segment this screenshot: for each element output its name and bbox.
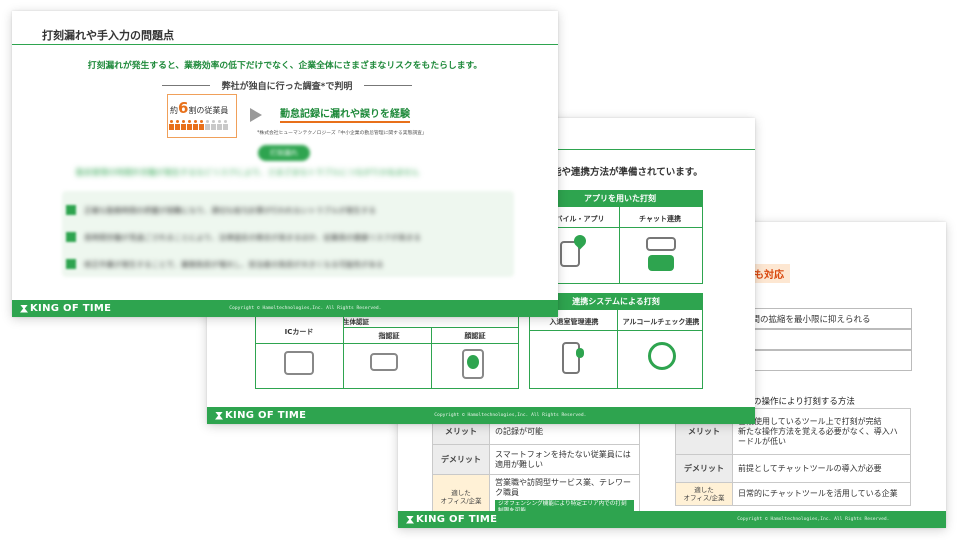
biometric-panel: 生体認証 ICカード 指認証 顔認証 — [255, 313, 519, 389]
alcohol-check-label: アルコールチェック連携 — [622, 318, 700, 326]
fingerprint-scanner-icon — [370, 353, 398, 371]
chat-link-label: チャット連携 — [639, 215, 681, 223]
table-row: 適した オフィス/企業 日常的にチャットツールを活用している企業 — [675, 481, 911, 507]
slide-subtitle: 能や連携方法が準備されています。 — [552, 167, 703, 178]
person-icon-highlighted — [193, 120, 198, 130]
blurred-list-item: 修正作業が発生することで、業務負担が増大し、担当者の負担が大きくなる可能性がある — [84, 260, 384, 269]
slide-footer: KING OF TIME Copyright © Hamoltechnologi… — [398, 511, 946, 528]
entry-management-label: 入退室管理連携 — [549, 318, 599, 326]
survey-header: 弊社が独自に行った調査*で判明 — [162, 79, 412, 92]
no-alcohol-icon — [648, 342, 676, 370]
chat-bubble-icon — [646, 237, 676, 251]
slide-footer: KING OF TIME Copyright © Hamoltechnologi… — [12, 300, 558, 317]
feature-row-empty — [736, 350, 912, 371]
blurred-pill: 打刻漏れ — [258, 145, 310, 161]
left-comparison-table: メリット の記録が可能 デメリット スマートフォンを持たない従業員には適用が難し… — [432, 418, 640, 520]
person-icon-highlighted — [169, 120, 174, 130]
statistic-text: 約6割の従業員 — [170, 99, 229, 117]
merit-text: 普段使用しているツール上で打刻が完結 新たな操作方法を覚える必要がなく、導入ハー… — [732, 408, 911, 455]
demerit-label: デメリット — [432, 444, 490, 475]
copyright-text: Copyright © Hamoltechnologies,Inc. All R… — [737, 517, 890, 522]
copyright-text: Copyright © Hamoltechnologies,Inc. All R… — [434, 413, 587, 418]
demerit-label: デメリット — [675, 454, 733, 483]
person-icon — [211, 120, 216, 130]
table-row: デメリット 前提としてチャットツールの導入が必要 — [675, 454, 911, 483]
demerit-text: 前提としてチャットツールの導入が必要 — [732, 454, 911, 483]
biometric-header: 生体認証 — [343, 318, 369, 326]
suitable-text: 営業職や訪問型サービス業、テレワーク職員 — [495, 478, 631, 497]
check-icon — [66, 259, 76, 269]
check-icon — [66, 205, 76, 215]
person-icon-highlighted — [199, 120, 204, 130]
brand-logo: KING OF TIME — [20, 303, 111, 314]
table-row: デメリット スマートフォンを持たない従業員には適用が難しい — [432, 444, 640, 475]
person-icon — [217, 120, 222, 130]
title-rule — [12, 44, 558, 45]
lead-text: 打刻漏れが発生すると、業務効率の低下だけでなく、企業全体にさまざまなリスクをもた… — [87, 61, 483, 71]
person-icon-highlighted — [175, 120, 180, 130]
right-arrow-icon — [250, 108, 262, 122]
ic-card-reader-icon — [284, 351, 314, 375]
face-icon — [467, 355, 479, 369]
feature-row-empty — [736, 329, 912, 350]
blurred-list-item: 正確な勤務時間の把握が困難になり、適切な給与計算が行われないトラブルが発生する — [84, 206, 376, 215]
footnote: *株式会社ヒューマンテクノロジーズ「中小企業の勤怠管理に関する実態調査」 — [257, 131, 427, 136]
blurred-lead: 勤怠管理の時間外労働が発生するなどリスクにより、さまざまなトラブルにつながりかね… — [76, 168, 420, 177]
people-pictogram — [169, 120, 228, 130]
suitable-label: 適した オフィス/企業 — [675, 481, 733, 507]
demerit-text: スマートフォンを持たない従業員には適用が難しい — [489, 444, 640, 475]
card-icon — [576, 348, 584, 358]
slide-title: 打刻漏れや手入力の問題点 — [42, 29, 174, 42]
blurred-list-item: 長時間労働が見過ごされることにより、法律違反の懸念が高まるほか、従業員の健康リス… — [84, 233, 421, 242]
check-icon — [66, 232, 76, 242]
app-panel-header: アプリを用いた打刻 — [538, 191, 702, 207]
door-reader-icon — [562, 342, 580, 374]
slide-footer: KING OF TIME Copyright © Hamoltechnologi… — [207, 407, 755, 424]
brand-logo: KING OF TIME — [215, 410, 306, 421]
app-panel: アプリを用いた打刻 バイル・アプリ チャット連携 — [537, 190, 703, 284]
face-auth-label: 顔認証 — [464, 332, 486, 340]
survey-result: 勤怠記録に漏れや誤りを経験 — [280, 105, 410, 123]
slide-1: 打刻漏れや手入力の問題点 打刻漏れが発生すると、業務効率の低下だけでなく、企業全… — [12, 11, 558, 317]
person-icon — [205, 120, 210, 130]
finger-auth-label: 指認証 — [378, 332, 400, 340]
chat-window-icon — [648, 255, 674, 271]
person-icon — [223, 120, 228, 130]
person-icon-highlighted — [187, 120, 192, 130]
brand-logo: KING OF TIME — [406, 514, 497, 525]
feature-row: 時間の拡縮を最小限に抑えられる — [736, 308, 912, 329]
person-icon-highlighted — [181, 120, 186, 130]
suitable-text: 日常的にチャットツールを活用している企業 — [732, 481, 911, 507]
copyright-text: Copyright © Hamoltechnologies,Inc. All R… — [229, 306, 382, 311]
ic-card-label: ICカード — [284, 328, 314, 336]
